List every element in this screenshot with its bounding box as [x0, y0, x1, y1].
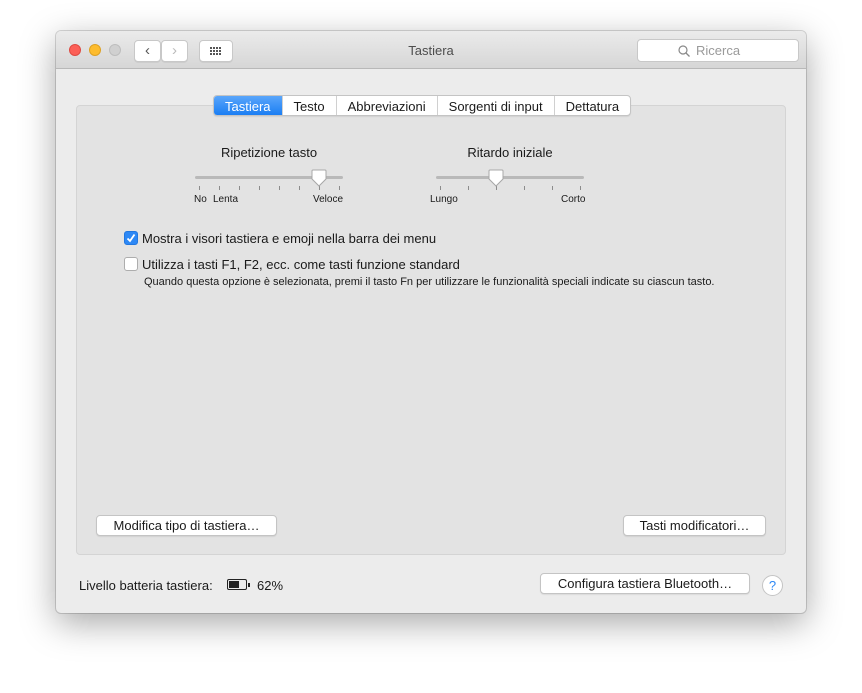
slider-tick — [524, 186, 525, 190]
preferences-window: ‹ › Tastiera Ricerca Tastiera Testo Abbr… — [56, 31, 806, 613]
tab-dettatura[interactable]: Dettatura — [555, 96, 630, 115]
slider-tick — [219, 186, 220, 190]
tab-bar: Tastiera Testo Abbreviazioni Sorgenti di… — [213, 95, 632, 116]
slider-tick — [339, 186, 340, 190]
show-keyboard-viewer-checkbox[interactable] — [124, 231, 138, 245]
help-button[interactable]: ? — [762, 575, 783, 596]
battery-icon — [227, 579, 250, 590]
slider-tick — [468, 186, 469, 190]
slider-tick — [440, 186, 441, 190]
key-repeat-low-label: Lenta — [213, 194, 239, 205]
delay-min-label: Lungo — [430, 194, 458, 205]
slider-tick — [239, 186, 240, 190]
bluetooth-keyboard-button[interactable]: Configura tastiera Bluetooth… — [540, 573, 750, 594]
slider-tick — [580, 186, 581, 190]
function-keys-help: Quando questa opzione è selezionata, pre… — [144, 276, 715, 288]
search-icon — [678, 45, 690, 57]
battery-label: Livello batteria tastiera: — [79, 578, 213, 593]
key-repeat-max-label: Veloce — [313, 194, 344, 205]
slider-tick — [199, 186, 200, 190]
tab-content-panel — [76, 105, 786, 555]
show-keyboard-viewer-label: Mostra i visori tastiera e emoji nella b… — [142, 231, 437, 246]
change-keyboard-type-button[interactable]: Modifica tipo di tastiera… — [96, 515, 277, 536]
slider-tick — [299, 186, 300, 190]
key-repeat-title: Ripetizione tasto — [220, 145, 318, 160]
slider-thumb[interactable] — [488, 169, 504, 187]
slider-tick — [259, 186, 260, 190]
battery-value: 62% — [257, 578, 284, 593]
slider-tick — [279, 186, 280, 190]
tab-abbreviazioni[interactable]: Abbreviazioni — [337, 96, 438, 115]
title-bar: ‹ › Tastiera Ricerca — [56, 31, 806, 69]
delay-max-label: Corto — [561, 194, 586, 205]
key-repeat-min-label: No — [194, 194, 207, 205]
tab-testo[interactable]: Testo — [283, 96, 337, 115]
function-keys-checkbox[interactable] — [124, 257, 138, 271]
slider-track — [436, 176, 584, 179]
function-keys-label: Utilizza i tasti F1, F2, ecc. come tasti… — [142, 257, 460, 272]
modifier-keys-button[interactable]: Tasti modificatori… — [623, 515, 766, 536]
delay-title: Ritardo iniziale — [467, 145, 553, 160]
search-input[interactable]: Ricerca — [637, 39, 799, 62]
slider-thumb[interactable] — [311, 169, 327, 187]
tab-sorgenti-di-input[interactable]: Sorgenti di input — [438, 96, 555, 115]
search-placeholder: Ricerca — [696, 43, 741, 58]
checkmark-icon — [126, 233, 136, 243]
tab-tastiera[interactable]: Tastiera — [214, 96, 283, 115]
slider-tick — [552, 186, 553, 190]
